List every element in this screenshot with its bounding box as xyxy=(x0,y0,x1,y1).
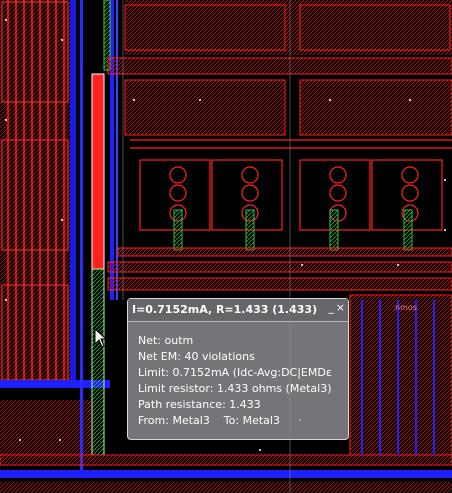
nmos-array: nmos xyxy=(349,294,452,456)
nmos-label: nmos xyxy=(395,303,417,312)
tooltip-details: Net: outm Net EM: 40 violations Limit: 0… xyxy=(138,333,344,429)
net-em-violations: Net EM: 40 violations xyxy=(138,350,255,363)
em-violation-tooltip: I=0.7152mA, R=1.433 (1.433) _ × Net: out… xyxy=(127,298,349,440)
minimize-button[interactable]: _ xyxy=(329,301,335,314)
mouse-pointer-icon xyxy=(94,328,108,348)
net-name: Net: outm xyxy=(138,334,194,347)
tooltip-header: I=0.7152mA, R=1.433 (1.433) _ × xyxy=(128,299,348,322)
close-button[interactable]: × xyxy=(336,301,345,314)
limit-value: Limit: 0.7152mA (Idc-Avg:DC|EMDε xyxy=(138,366,332,379)
tooltip-title: I=0.7152mA, R=1.433 (1.433) xyxy=(132,303,318,316)
path-resistance: Path resistance: 1.433 xyxy=(138,398,261,411)
top-busses xyxy=(107,0,452,136)
limit-resistor: Limit resistor: 1.433 ohms (Metal3) xyxy=(138,382,332,395)
from-to-layers: From: Metal3 To: Metal3 xyxy=(138,414,280,427)
